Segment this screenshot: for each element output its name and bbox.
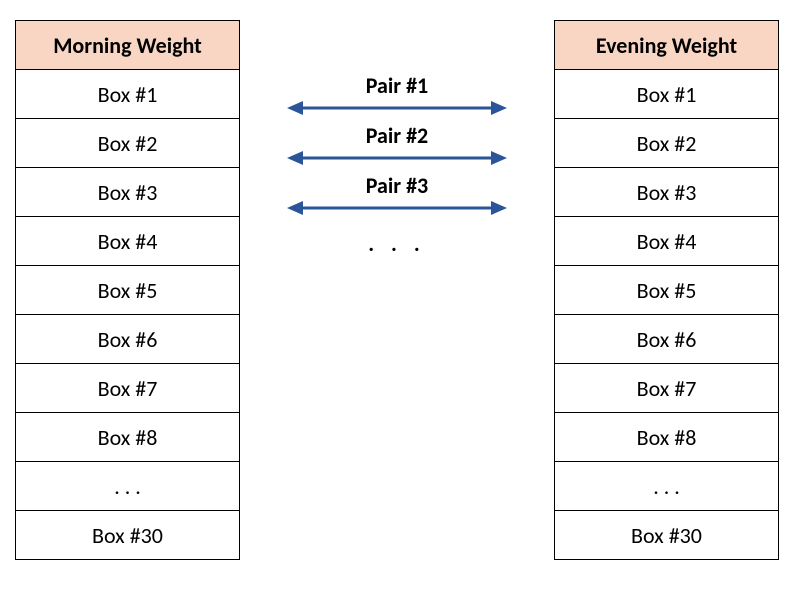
- left-row: Box #2: [16, 119, 240, 168]
- middle-column: Pair #1 Pair #2 Pair #3: [240, 20, 554, 560]
- left-row: Box #3: [16, 168, 240, 217]
- pair-row: Pair #3: [240, 172, 554, 219]
- right-row: Box #2: [555, 119, 779, 168]
- pair-row: Pair #1: [240, 72, 554, 119]
- left-row: Box #7: [16, 364, 240, 413]
- right-row: Box #4: [555, 217, 779, 266]
- pairs-ellipsis: . . .: [240, 230, 554, 257]
- pair-label: Pair #3: [366, 172, 428, 199]
- diagram-container: Morning Weight Box #1 Box #2 Box #3 Box …: [15, 20, 779, 560]
- right-row: Box #3: [555, 168, 779, 217]
- left-row: . . .: [16, 462, 240, 511]
- pair-label: Pair #1: [366, 72, 428, 99]
- right-row: . . .: [555, 462, 779, 511]
- pair-row: Pair #2: [240, 122, 554, 169]
- right-row: Box #8: [555, 413, 779, 462]
- pair-label: Pair #2: [366, 122, 428, 149]
- right-header: Evening Weight: [555, 21, 779, 70]
- left-header: Morning Weight: [16, 21, 240, 70]
- left-row: Box #8: [16, 413, 240, 462]
- right-row: Box #1: [555, 70, 779, 119]
- left-row: Box #30: [16, 511, 240, 560]
- right-row: Box #5: [555, 266, 779, 315]
- left-row: Box #5: [16, 266, 240, 315]
- double-arrow-icon: [287, 97, 507, 119]
- double-arrow-icon: [287, 197, 507, 219]
- right-row: Box #6: [555, 315, 779, 364]
- right-row: Box #7: [555, 364, 779, 413]
- left-row: Box #1: [16, 70, 240, 119]
- left-row: Box #4: [16, 217, 240, 266]
- left-row: Box #6: [16, 315, 240, 364]
- right-table: Evening Weight Box #1 Box #2 Box #3 Box …: [554, 20, 779, 560]
- left-table: Morning Weight Box #1 Box #2 Box #3 Box …: [15, 20, 240, 560]
- right-row: Box #30: [555, 511, 779, 560]
- double-arrow-icon: [287, 147, 507, 169]
